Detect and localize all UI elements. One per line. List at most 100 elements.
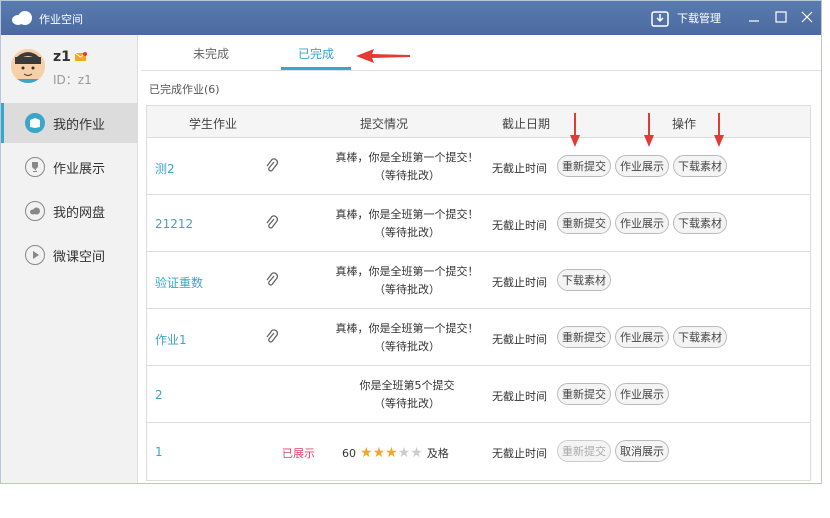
- sidebar: z1 ID：z1 我的作业 作业展示 我的网盘 微课空间: [1, 35, 138, 483]
- submission-status: 真棒，你是全班第一个提交！ （等待批改）: [317, 206, 497, 242]
- resubmit-button[interactable]: 重新提交: [557, 212, 611, 234]
- homework-name-link[interactable]: 作业1: [155, 331, 187, 348]
- deadline-text: 无截止时间: [492, 447, 547, 460]
- annotation-arrow-down-icon: [644, 113, 654, 147]
- homework-name-link[interactable]: 验证重数: [155, 274, 203, 291]
- status-line: （等待批改）: [374, 169, 440, 182]
- homework-name-link[interactable]: 2: [155, 388, 163, 402]
- maximize-icon[interactable]: [773, 9, 789, 25]
- sidebar-item-microlesson[interactable]: 微课空间: [1, 235, 138, 275]
- table-row: 测2 真棒，你是全班第一个提交！ （等待批改） 无截止时间 重新提交 作业展示 下…: [147, 138, 810, 195]
- table-row: 验证重数 真棒，你是全班第一个提交！ （等待批改） 无截止时间 下载素材: [147, 252, 810, 309]
- tab-complete[interactable]: 已完成: [281, 45, 351, 62]
- star-empty-icon: ★: [397, 445, 411, 461]
- status-line: 真棒，你是全班第一个提交！: [335, 322, 479, 335]
- header-actions: 操作: [672, 117, 697, 131]
- app-title: 作业空间: [39, 13, 83, 26]
- header-submission: 提交情况: [360, 117, 409, 131]
- resubmit-button[interactable]: 重新提交: [557, 440, 611, 462]
- status-line: 真棒，你是全班第一个提交！: [335, 208, 479, 221]
- download-material-button[interactable]: 下载素材: [673, 155, 727, 177]
- download-material-button[interactable]: 下载素材: [557, 269, 611, 291]
- trophy-icon: [25, 157, 45, 177]
- table-row: 1 已展示 60 ★ ★ ★ ★ ★ 及格 无截止时间 重新提交 取消展示: [147, 423, 810, 480]
- sidebar-item-my-drive[interactable]: 我的网盘: [1, 191, 138, 231]
- tab-incomplete[interactable]: 未完成: [176, 45, 246, 62]
- display-homework-button[interactable]: 作业展示: [615, 326, 669, 348]
- status-line: 真棒，你是全班第一个提交！: [335, 265, 479, 278]
- deadline-text: 无截止时间: [492, 390, 547, 403]
- resubmit-button[interactable]: 重新提交: [557, 155, 611, 177]
- display-homework-button[interactable]: 作业展示: [615, 212, 669, 234]
- status-line: （等待批改）: [374, 340, 440, 353]
- mail-badge-icon[interactable]: [74, 52, 87, 62]
- sidebar-item-my-homework[interactable]: 我的作业: [1, 103, 138, 143]
- deadline-text: 无截止时间: [492, 219, 547, 232]
- score-value: 60: [342, 446, 356, 460]
- user-name: z1: [53, 49, 87, 65]
- homework-table: 学生作业 提交情况 截止日期 操作 测2 真棒，你是全班第一个提交！ （等待批改）…: [146, 105, 811, 481]
- status-line: 真棒，你是全班第一个提交！: [335, 151, 479, 164]
- table-row: 21212 真棒，你是全班第一个提交！ （等待批改） 无截止时间 重新提交 作业展…: [147, 195, 810, 252]
- status-line: （等待批改）: [374, 397, 440, 410]
- minimize-icon[interactable]: [746, 9, 762, 25]
- action-buttons: 重新提交 作业展示 下载素材: [557, 326, 727, 348]
- homework-name-link[interactable]: 21212: [155, 217, 193, 231]
- sidebar-item-homework-display[interactable]: 作业展示: [1, 147, 138, 187]
- attachment-icon[interactable]: [265, 158, 279, 174]
- action-buttons: 下载素材: [557, 269, 611, 291]
- deadline-text: 无截止时间: [492, 333, 547, 346]
- star-filled-icon: ★: [360, 445, 373, 461]
- header-student-work: 学生作业: [189, 117, 238, 131]
- attachment-icon[interactable]: [265, 272, 279, 288]
- download-manager-button[interactable]: 下载管理: [651, 7, 721, 29]
- play-icon: [25, 245, 45, 265]
- status-line: （等待批改）: [374, 283, 440, 296]
- completed-count: 已完成作业(6): [149, 83, 220, 96]
- close-icon[interactable]: [799, 9, 815, 25]
- deadline-text: 无截止时间: [492, 162, 547, 175]
- star-empty-icon: ★: [410, 445, 423, 461]
- submission-status: 真棒，你是全班第一个提交！ （等待批改）: [317, 149, 497, 185]
- submission-status: 真棒，你是全班第一个提交！ （等待批改）: [317, 320, 497, 356]
- attachment-icon[interactable]: [265, 215, 279, 231]
- download-icon: [651, 11, 669, 27]
- action-buttons: 重新提交 作业展示 下载素材: [557, 212, 727, 234]
- attachment-icon[interactable]: [265, 329, 279, 345]
- tab-bar: 未完成 已完成: [141, 35, 821, 71]
- deadline-text: 无截止时间: [492, 276, 547, 289]
- cloud-icon: [25, 201, 45, 221]
- shown-badge: 已展示: [282, 447, 315, 460]
- avatar[interactable]: [11, 49, 45, 83]
- action-buttons: 重新提交 取消展示: [557, 440, 669, 462]
- cancel-display-button[interactable]: 取消展示: [615, 440, 669, 462]
- cloud-logo-icon: [12, 11, 32, 25]
- action-buttons: 重新提交 作业展示 下载素材: [557, 155, 727, 177]
- homework-name-link[interactable]: 测2: [155, 160, 175, 177]
- display-homework-button[interactable]: 作业展示: [615, 155, 669, 177]
- submission-status: 你是全班第5个提交 （等待批改）: [317, 377, 497, 413]
- homework-name-link[interactable]: 1: [155, 445, 163, 459]
- download-material-button[interactable]: 下载素材: [673, 212, 727, 234]
- book-icon: [25, 113, 45, 133]
- display-homework-button[interactable]: 作业展示: [615, 383, 669, 405]
- table-row: 作业1 真棒，你是全班第一个提交！ （等待批改） 无截止时间 重新提交 作业展示 …: [147, 309, 810, 366]
- tab-active-indicator: [281, 67, 351, 70]
- table-header: 学生作业 提交情况 截止日期 操作: [147, 106, 810, 138]
- sidebar-item-label: 我的网盘: [53, 205, 106, 221]
- sidebar-item-label: 我的作业: [53, 117, 106, 133]
- annotation-arrow-down-icon: [714, 113, 724, 147]
- user-id: ID：z1: [53, 73, 92, 87]
- star-filled-icon: ★: [385, 445, 398, 461]
- resubmit-button[interactable]: 重新提交: [557, 383, 611, 405]
- avatar-face-icon: [11, 49, 45, 83]
- header-deadline: 截止日期: [502, 117, 551, 131]
- main-panel: 未完成 已完成 已完成作业(6) 学生作业 提交情况 截止日期 操作 测2 真棒…: [141, 35, 821, 483]
- star-filled-icon: ★: [372, 445, 386, 461]
- submission-status: 真棒，你是全班第一个提交！ （等待批改）: [317, 263, 497, 299]
- table-row: 2 你是全班第5个提交 （等待批改） 无截止时间 重新提交 作业展示: [147, 366, 810, 423]
- download-material-button[interactable]: 下载素材: [673, 326, 727, 348]
- resubmit-button[interactable]: 重新提交: [557, 326, 611, 348]
- annotation-arrow-left-icon: [356, 49, 410, 63]
- status-line: 你是全班第5个提交: [359, 379, 455, 392]
